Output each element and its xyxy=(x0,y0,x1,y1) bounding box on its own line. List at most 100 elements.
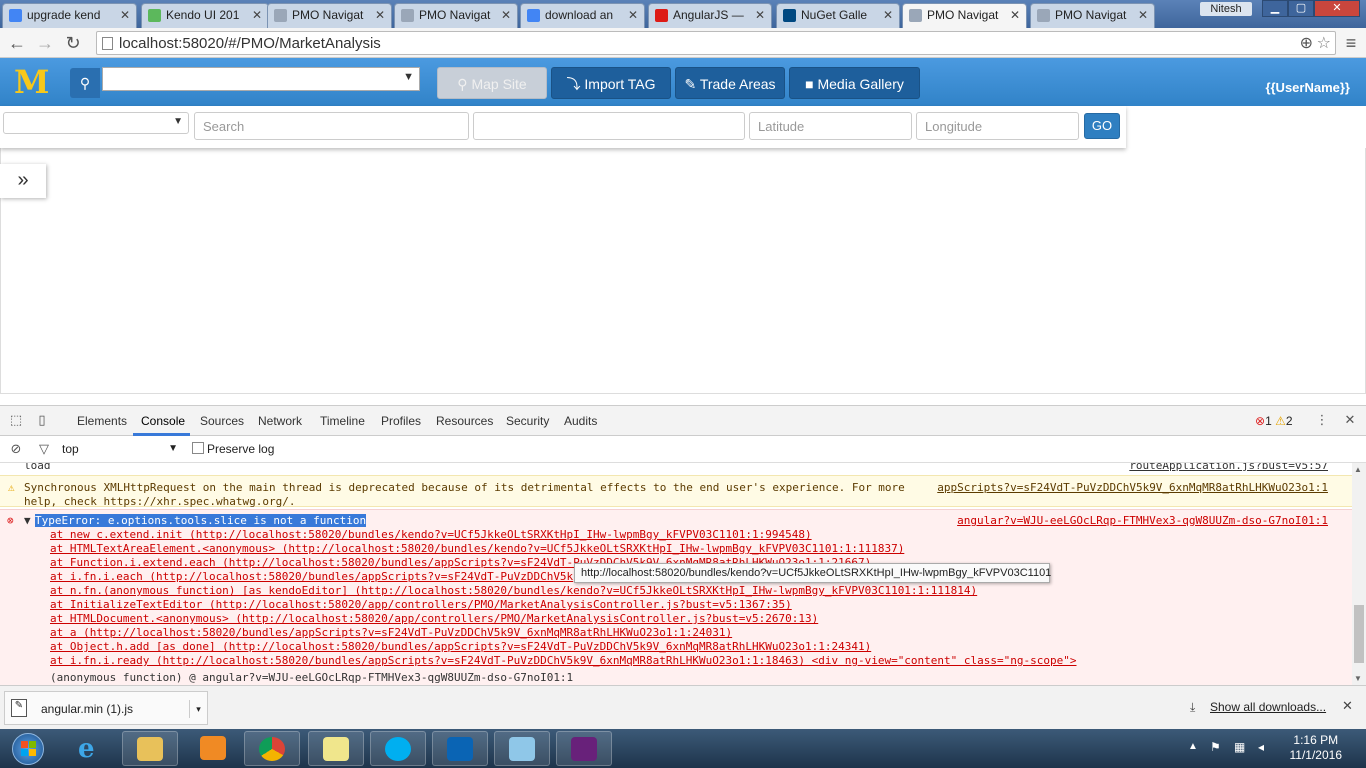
windows-start-icon[interactable] xyxy=(8,731,48,766)
clear-console-icon[interactable]: ⊘ xyxy=(8,441,24,457)
chevron-down-icon[interactable]: ▾ xyxy=(189,700,207,718)
tab-sources[interactable]: Sources xyxy=(200,414,244,428)
expand-triangle-icon[interactable]: ▼ xyxy=(24,514,31,527)
browser-tab-active[interactable]: PMO Navigat ✕ xyxy=(902,3,1027,28)
show-all-downloads-link[interactable]: Show all downloads... xyxy=(1210,700,1326,714)
browser-tab[interactable]: Kendo UI 201 ✕ xyxy=(141,3,269,28)
error-message[interactable]: TypeError: e.options.tools.slice is not … xyxy=(35,514,367,527)
stack-frame[interactable]: at Object.h.add [as done] (http://localh… xyxy=(50,640,871,653)
download-item[interactable]: ✎ angular.min (1).js ▾ xyxy=(4,691,208,725)
browser-tab[interactable]: PMO Navigat ✕ xyxy=(1030,3,1155,28)
close-devtools-icon[interactable]: ✕ xyxy=(1342,412,1358,428)
close-icon[interactable]: ✕ xyxy=(1138,8,1148,22)
window-close-icon[interactable]: ✕ xyxy=(1314,0,1360,17)
url-text[interactable]: localhost:58020/#/PMO/MarketAnalysis xyxy=(119,35,381,52)
console-scrollbar[interactable]: ▲ ▼ xyxy=(1352,463,1366,686)
sticky-notes-icon[interactable] xyxy=(308,731,364,766)
outlook-icon[interactable] xyxy=(432,731,488,766)
context-select[interactable]: top ▼ xyxy=(62,442,180,456)
profile-badge[interactable]: Nitesh xyxy=(1200,2,1252,16)
menu-icon[interactable]: ≡ xyxy=(1340,32,1362,54)
stack-frame[interactable]: at HTMLTextAreaElement.<anonymous> (http… xyxy=(50,542,904,555)
flag-icon[interactable]: ⚑ xyxy=(1210,740,1221,754)
chrome-icon[interactable] xyxy=(244,731,300,766)
stack-frame[interactable]: at a (http://localhost:58020/bundles/app… xyxy=(50,626,732,639)
browser-tab[interactable]: upgrade kend ✕ xyxy=(2,3,137,28)
volume-icon[interactable]: ◂ xyxy=(1258,740,1264,754)
browser-tab[interactable]: NuGet Galle ✕ xyxy=(776,3,900,28)
close-icon[interactable]: ✕ xyxy=(628,8,638,22)
notepad-icon[interactable] xyxy=(494,731,550,766)
log-source-link[interactable]: routeApplication.js?bust=v5:57 xyxy=(1129,463,1328,472)
error-footer[interactable]: (anonymous function) @ angular?v=WJU-eeL… xyxy=(50,671,573,684)
error-count[interactable]: ⊗1 ⚠2 xyxy=(1255,414,1293,428)
device-mode-icon[interactable]: ▯ xyxy=(34,412,50,428)
close-icon[interactable]: ✕ xyxy=(501,8,511,22)
tab-profiles[interactable]: Profiles xyxy=(381,414,421,428)
skype-icon[interactable] xyxy=(370,731,426,766)
tab-resources[interactable]: Resources xyxy=(436,414,493,428)
go-button[interactable]: GO xyxy=(1084,113,1120,139)
error-source-link[interactable]: angular?v=WJU-eeLGOcLRqp-FTMHVex3-qgW8UU… xyxy=(957,514,1328,527)
preserve-log-checkbox[interactable] xyxy=(192,442,204,454)
minimize-icon[interactable]: ▁ xyxy=(1262,0,1288,17)
latitude-input[interactable]: Latitude xyxy=(749,112,912,140)
stack-frame[interactable]: at new c.extend.init (http://localhost:5… xyxy=(50,528,812,541)
tab-timeline[interactable]: Timeline xyxy=(320,414,365,428)
search-icon[interactable]: ⚲ xyxy=(70,68,100,98)
search-type-select[interactable]: ▼ xyxy=(3,112,189,134)
internet-explorer-icon[interactable]: e xyxy=(66,731,116,766)
close-icon[interactable]: ✕ xyxy=(252,8,262,22)
maximize-icon[interactable]: ▢ xyxy=(1288,0,1314,17)
search-input[interactable]: Search xyxy=(194,112,469,140)
forward-icon[interactable]: → xyxy=(34,32,56,54)
network-icon[interactable]: ▦ xyxy=(1234,740,1245,754)
zoom-icon[interactable]: ⊕ xyxy=(1300,33,1313,53)
site-select[interactable]: ▼ xyxy=(102,67,420,91)
stack-frame[interactable]: at n.fn.(anonymous function) [as kendoEd… xyxy=(50,584,977,597)
scroll-down-icon[interactable]: ▼ xyxy=(1354,674,1362,683)
inspect-icon[interactable]: ⬚ xyxy=(8,412,24,428)
close-icon[interactable]: ✕ xyxy=(1342,698,1353,714)
close-icon[interactable]: ✕ xyxy=(120,8,130,22)
browser-tab[interactable]: AngularJS — ✕ xyxy=(648,3,772,28)
file-explorer-icon[interactable] xyxy=(122,731,178,766)
browser-tab[interactable]: PMO Navigat ✕ xyxy=(267,3,392,28)
tab-audits[interactable]: Audits xyxy=(564,414,597,428)
expand-panel-button[interactable]: » xyxy=(0,164,46,198)
close-icon[interactable]: ✕ xyxy=(375,8,385,22)
address-bar[interactable]: localhost:58020/#/PMO/MarketAnalysis ⊕ ☆ xyxy=(96,31,1336,55)
visual-studio-icon[interactable] xyxy=(556,731,612,766)
browser-tab[interactable]: download an ✕ xyxy=(520,3,645,28)
stack-frame[interactable]: at i.fn.i.each (http://localhost:58020/b… xyxy=(50,570,573,583)
stack-frame[interactable]: at InitializeTextEditor (http://localhos… xyxy=(50,598,792,611)
address-input[interactable] xyxy=(473,112,745,140)
browser-tab[interactable]: PMO Navigat ✕ xyxy=(394,3,518,28)
media-player-icon[interactable] xyxy=(186,731,236,766)
filter-icon[interactable]: ▽ xyxy=(36,441,52,457)
tab-security[interactable]: Security xyxy=(506,414,549,428)
tab-elements[interactable]: Elements xyxy=(77,414,127,428)
stack-frame[interactable]: at HTMLDocument.<anonymous> (http://loca… xyxy=(50,612,818,625)
import-tag-button[interactable]: ⤵ Import TAG xyxy=(551,67,671,99)
close-icon[interactable]: ✕ xyxy=(1010,8,1020,22)
back-icon[interactable]: ← xyxy=(6,32,28,54)
scroll-up-icon[interactable]: ▲ xyxy=(1354,465,1362,474)
tab-console[interactable]: Console xyxy=(141,414,185,428)
media-gallery-button[interactable]: ■ Media Gallery xyxy=(789,67,920,99)
close-icon[interactable]: ✕ xyxy=(883,8,893,22)
bookmark-star-icon[interactable]: ☆ xyxy=(1317,33,1331,53)
more-options-icon[interactable]: ⋮ xyxy=(1314,412,1330,428)
username[interactable]: {{UserName}} xyxy=(1265,80,1350,95)
reload-icon[interactable]: ↻ xyxy=(62,32,84,54)
trade-areas-button[interactable]: ✎ Trade Areas xyxy=(675,67,785,99)
scroll-thumb[interactable] xyxy=(1354,605,1364,663)
tray-expand-icon[interactable]: ▲ xyxy=(1188,741,1198,752)
stack-frame[interactable]: at i.fn.i.ready (http://localhost:58020/… xyxy=(50,654,1077,667)
system-clock[interactable]: 1:16 PM 11/1/2016 xyxy=(1290,733,1343,763)
tab-network[interactable]: Network xyxy=(258,414,302,428)
map-site-button[interactable]: ⚲ Map Site xyxy=(437,67,547,99)
warning-source-link[interactable]: appScripts?v=sF24VdT-PuVzDDChV5k9V_6xnMq… xyxy=(937,481,1328,494)
close-icon[interactable]: ✕ xyxy=(755,8,765,22)
longitude-input[interactable]: Longitude xyxy=(916,112,1079,140)
